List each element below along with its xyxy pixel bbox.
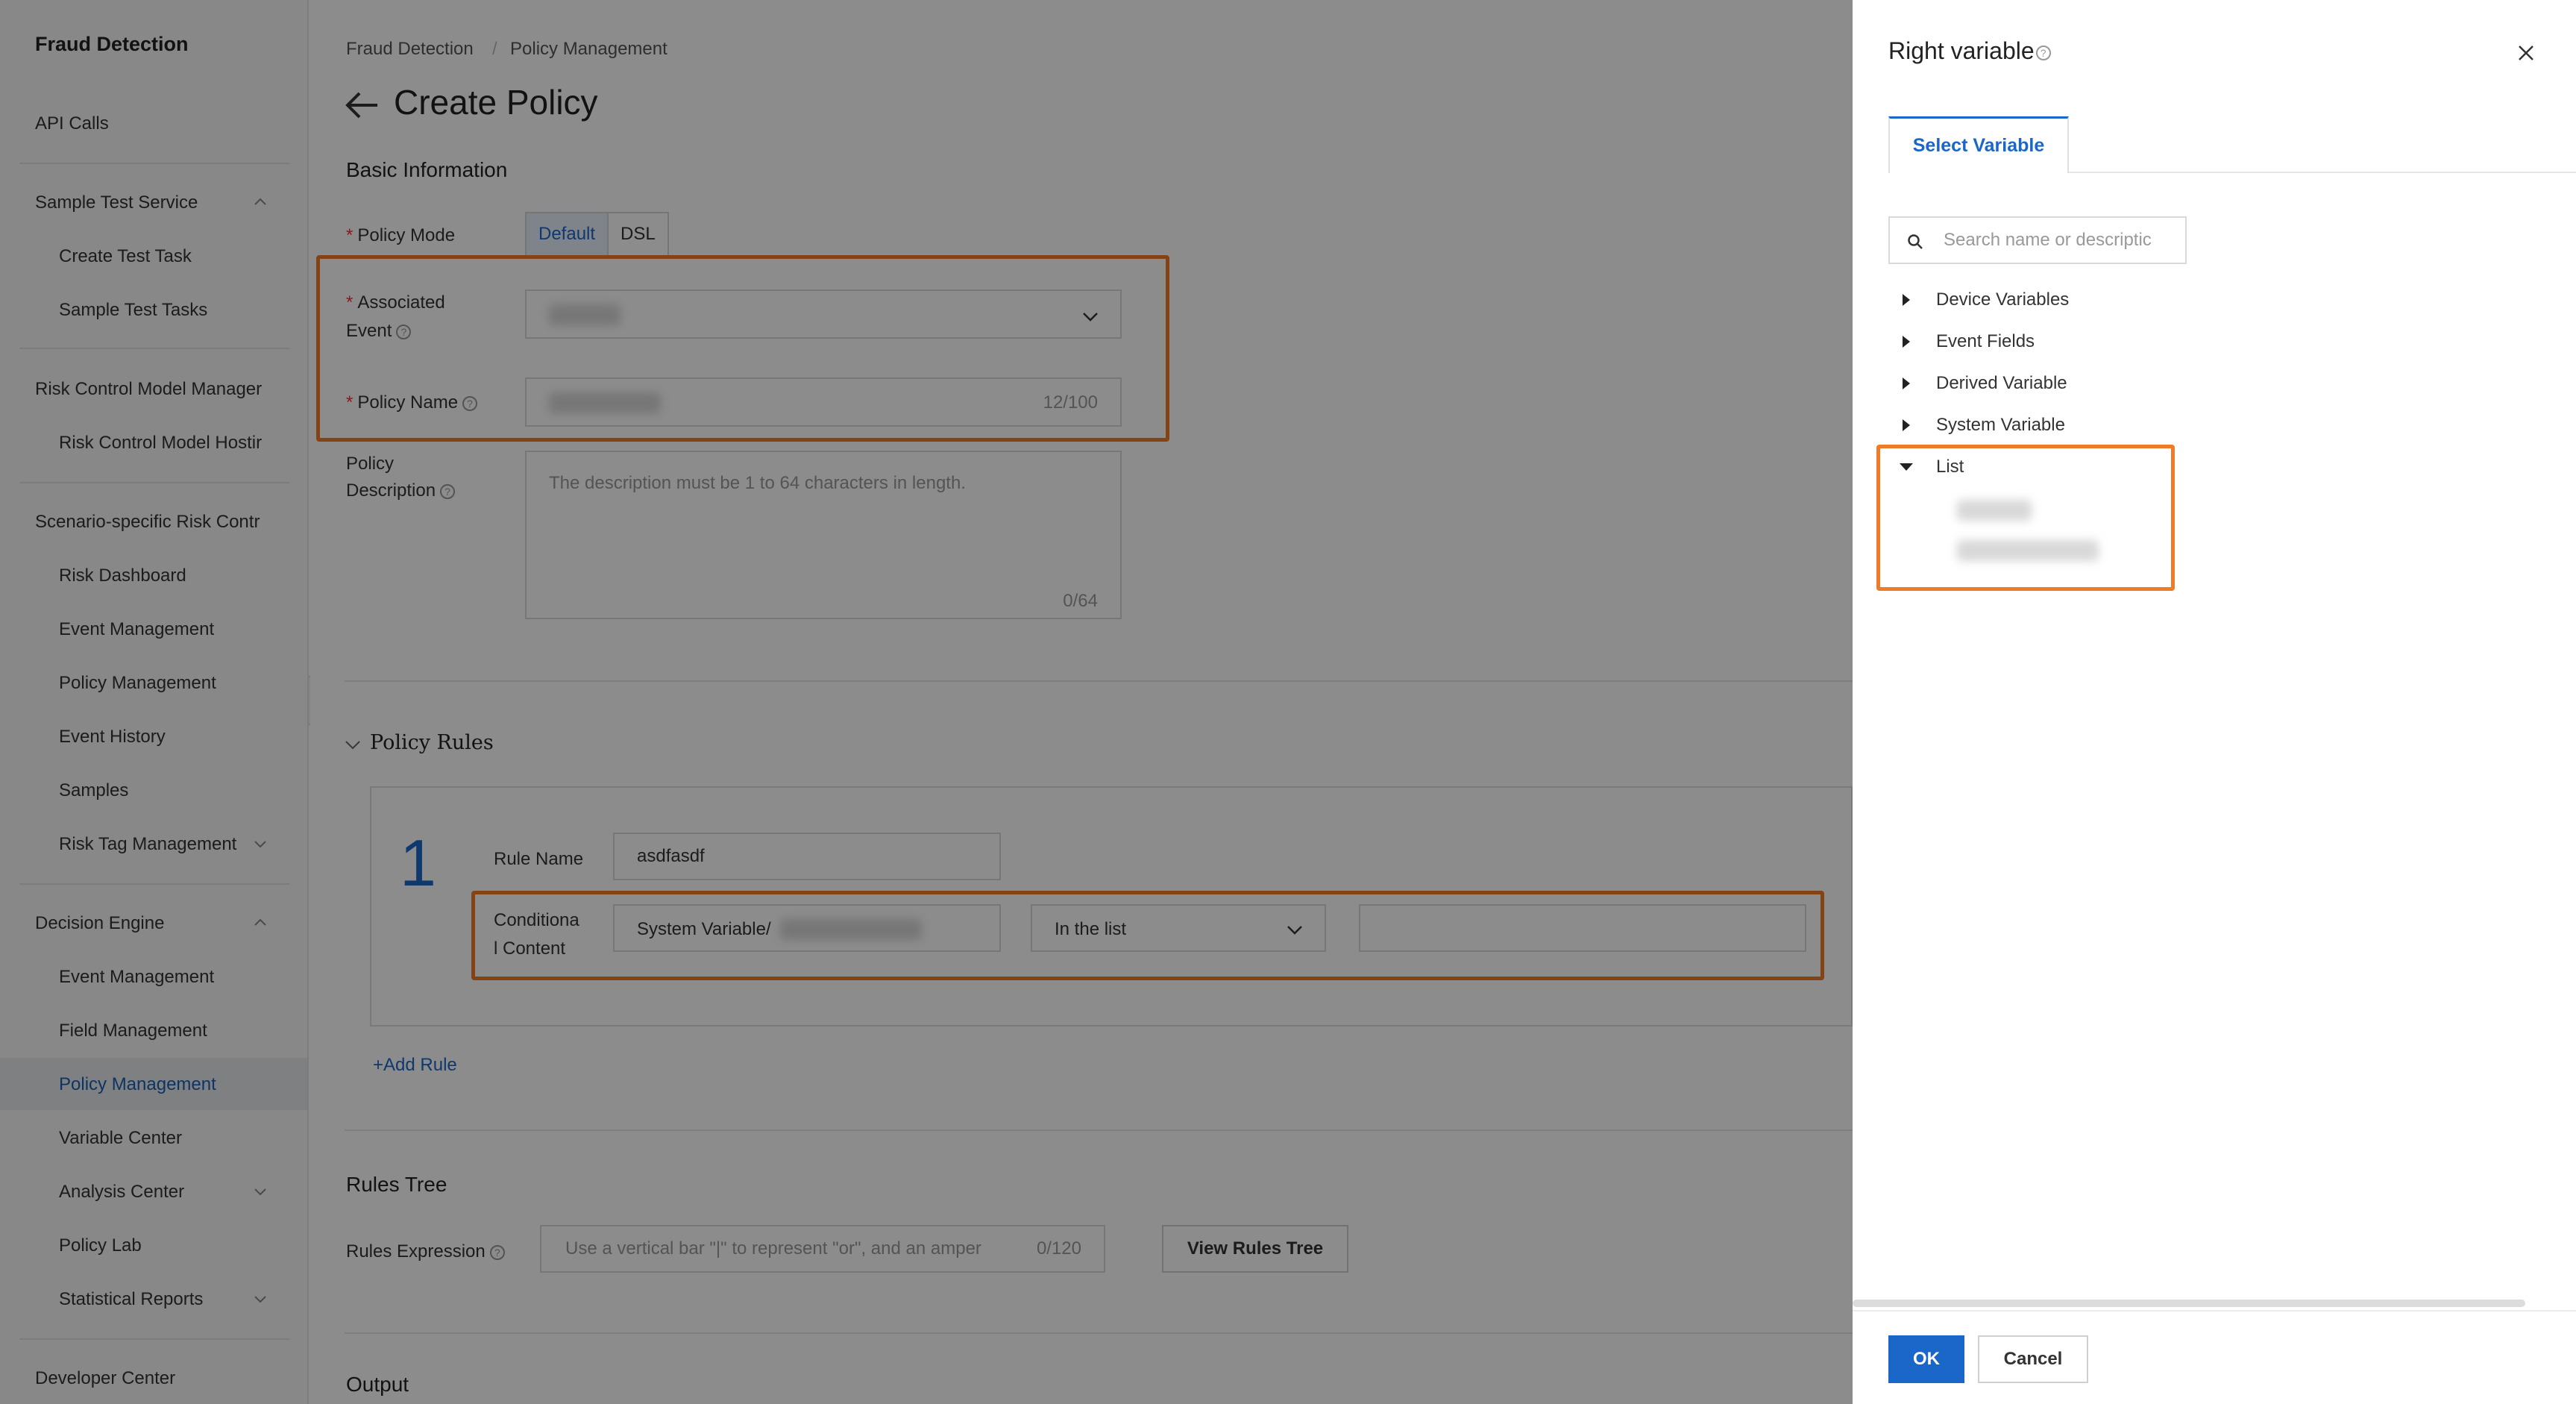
variable-search-input[interactable]: Search name or descriptic <box>1888 216 2187 264</box>
cancel-button[interactable]: Cancel <box>1978 1335 2088 1383</box>
tree-item-system-variable[interactable]: System Variable <box>1896 410 2065 440</box>
tree-item-label: Derived Variable <box>1936 373 2067 393</box>
search-icon <box>1908 234 1923 249</box>
caret-right-icon <box>1903 377 1910 389</box>
tree-item-label: Event Fields <box>1936 331 2035 351</box>
modal-backdrop[interactable] <box>0 0 1853 1404</box>
tab-select-variable[interactable]: Select Variable <box>1888 116 2069 173</box>
right-variable-drawer: Right variable? Select Variable Search n… <box>1853 0 2576 1404</box>
ok-button[interactable]: OK <box>1888 1335 1964 1383</box>
caret-right-icon <box>1903 294 1910 306</box>
tree-item-label: Device Variables <box>1936 289 2070 310</box>
caret-right-icon <box>1903 419 1910 431</box>
help-icon[interactable]: ? <box>2035 45 2051 60</box>
tree-item-device-variables[interactable]: Device Variables <box>1896 285 2069 315</box>
footer-divider <box>1853 1310 2576 1311</box>
caret-right-icon <box>1903 336 1910 348</box>
tree-item-label: System Variable <box>1936 415 2065 435</box>
tree-item-event-fields[interactable]: Event Fields <box>1896 327 2035 357</box>
close-icon[interactable] <box>2515 42 2537 64</box>
horizontal-scrollbar[interactable] <box>1853 1300 2525 1307</box>
search-placeholder: Search name or descriptic <box>1944 230 2152 250</box>
drawer-title: Right variable? <box>1888 37 2051 65</box>
tree-item-derived-variable[interactable]: Derived Variable <box>1896 369 2067 398</box>
annotation-highlight-box <box>1876 445 2175 591</box>
